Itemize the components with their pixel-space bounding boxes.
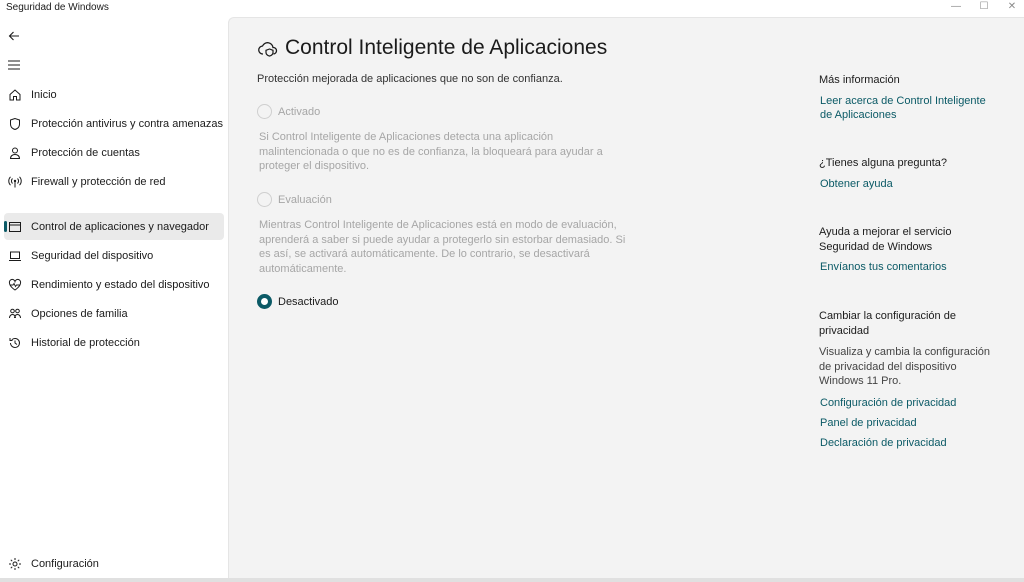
app-title: Seguridad de Windows [6,2,109,13]
help-section: ¿Tienes alguna pregunta? Obtener ayuda [819,156,999,191]
antenna-icon [7,174,23,190]
privacy-statement-link[interactable]: Declaración de privacidad [820,436,999,450]
sidebar-item-label: Seguridad del dispositivo [31,249,154,262]
main-content: Control Inteligente de Aplicaciones Prot… [228,17,1024,582]
radio-label: Evaluación [278,193,332,206]
sidebar-item-label: Opciones de familia [31,307,128,320]
radio-button-checked[interactable] [257,294,272,309]
sidebar-item-label: Rendimiento y estado del dispositivo [31,278,210,291]
person-icon [7,145,23,161]
privacy-settings-link[interactable]: Configuración de privacidad [820,396,999,410]
feedback-section: Ayuda a mejorar el servicio Seguridad de… [819,225,999,274]
maximize-icon: ☐ [979,0,989,12]
minimize-icon: — [951,0,961,12]
sidebar-item-label: Inicio [31,88,57,101]
close-button[interactable]: ✕ [998,0,1024,12]
history-icon [7,335,23,351]
sidebar-item-settings[interactable]: Configuración [4,550,224,577]
laptop-icon [7,248,23,264]
cloud-shield-icon [258,42,278,57]
back-arrow-icon [8,31,19,41]
sidebar-item-inicio[interactable]: Inicio [4,81,224,108]
sidebar-item-family[interactable]: Opciones de familia [4,300,224,327]
radio-label: Desactivado [278,295,339,308]
radio-desactivado[interactable]: Desactivado [257,294,339,309]
sidebar-item-antivirus[interactable]: Protección antivirus y contra amenazas [4,110,224,137]
more-info-section: Más información Leer acerca de Control I… [819,73,999,122]
radio-button-unchecked[interactable] [257,104,272,119]
sidebar-item-firewall[interactable]: Firewall y protección de red [4,168,224,195]
sidebar-item-label: Control de aplicaciones y navegador [31,220,209,233]
section-heading: ¿Tienes alguna pregunta? [819,157,948,169]
page-title: Control Inteligente de Aplicaciones [285,36,608,59]
sidebar-item-cuentas[interactable]: Protección de cuentas [4,139,224,166]
learn-more-link[interactable]: Leer acerca de Control Inteligente de Ap… [820,94,999,122]
radio-activado[interactable]: Activado [257,104,320,119]
sidebar-item-label: Firewall y protección de red [31,175,166,188]
minimize-button[interactable]: — [942,0,970,12]
app-browser-icon [7,219,23,235]
menu-button[interactable] [2,53,26,77]
maximize-button[interactable]: ☐ [970,0,998,12]
section-heading: Ayuda a mejorar el servicio Seguridad de… [819,226,952,253]
privacy-section: Cambiar la configuración de privacidad V… [819,309,999,450]
radio-button-unchecked[interactable] [257,192,272,207]
privacy-dashboard-link[interactable]: Panel de privacidad [820,416,999,430]
radio-label: Activado [278,105,321,118]
back-button[interactable] [2,24,26,48]
sidebar: Inicio Protección antivirus y contra ame… [0,17,228,582]
heart-pulse-icon [7,277,23,293]
sidebar-item-history[interactable]: Historial de protección [4,329,224,356]
option-description: Si Control Inteligente de Aplicaciones d… [259,131,603,172]
sidebar-item-label: Historial de protección [31,336,140,349]
radio-evaluacion[interactable]: Evaluación [257,192,332,207]
page-subtitle: Protección mejorada de aplicaciones que … [257,73,563,85]
section-heading: Más información [819,74,900,86]
sidebar-item-performance[interactable]: Rendimiento y estado del dispositivo [4,271,224,298]
close-icon: ✕ [1007,0,1017,12]
option-description: Mientras Control Inteligente de Aplicaci… [259,219,626,275]
sidebar-item-app-browser[interactable]: Control de aplicaciones y navegador [4,213,224,240]
feedback-link[interactable]: Envíanos tus comentarios [820,260,999,274]
sidebar-item-label: Configuración [31,557,99,570]
hamburger-icon [8,60,20,70]
home-icon [7,87,23,103]
gear-icon [7,556,23,572]
family-icon [7,306,23,322]
privacy-description: Visualiza y cambia la configuración de p… [819,346,990,387]
title-bar: Seguridad de Windows — ☐ ✕ [0,0,1024,16]
taskbar-edge [0,578,1024,582]
shield-icon [7,116,23,132]
section-heading: Cambiar la configuración de privacidad [819,310,956,337]
sidebar-item-device-security[interactable]: Seguridad del dispositivo [4,242,224,269]
sidebar-item-label: Protección antivirus y contra amenazas [31,117,223,130]
get-help-link[interactable]: Obtener ayuda [820,177,999,191]
sidebar-item-label: Protección de cuentas [31,146,140,159]
